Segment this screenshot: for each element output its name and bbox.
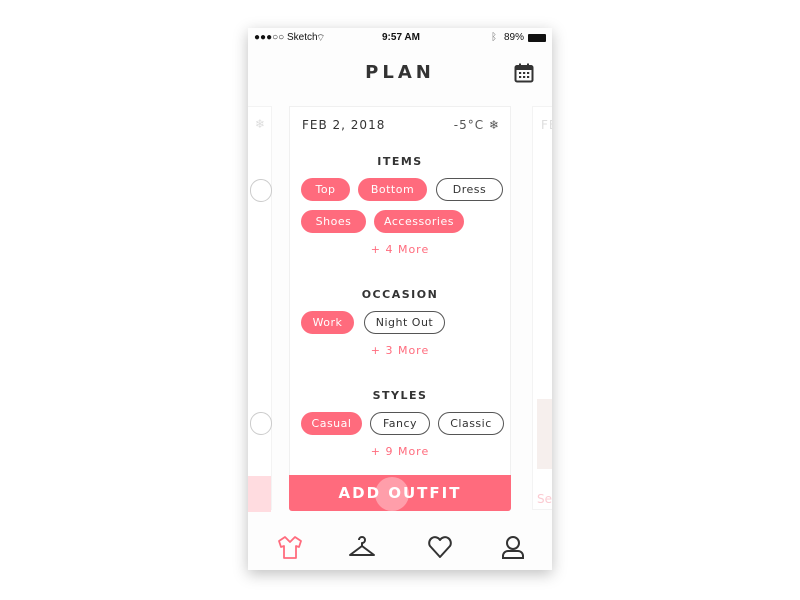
chip-accessories[interactable]: Accessories xyxy=(374,210,464,233)
card-date: FEB 2, 2018 xyxy=(302,118,386,132)
items-heading: ITEMS xyxy=(377,155,423,168)
plan-card: FEB 2, 2018 -5°C ❄ ITEMS Top Bottom Dres… xyxy=(289,106,511,510)
temperature: -5°C ❄ xyxy=(454,118,500,132)
occasion-more-link[interactable]: + 3 More xyxy=(290,344,510,357)
wifi-icon: ⌔ xyxy=(316,33,326,44)
chip-casual[interactable]: Casual xyxy=(301,412,362,435)
next-date: FE xyxy=(541,118,552,132)
outfit-image xyxy=(537,399,552,469)
bluetooth-icon: ᛒ xyxy=(491,32,497,43)
chip-top[interactable]: Top xyxy=(301,178,350,201)
status-bar: ●●●○○ Sketch ⌔ 9:57 AM ᛒ 89% xyxy=(248,28,552,48)
add-button-faded xyxy=(248,476,271,512)
chip-bottom[interactable]: Bottom xyxy=(358,178,427,201)
page-title: PLAN xyxy=(365,62,435,83)
chip-dress[interactable]: Dress xyxy=(436,178,503,201)
items-more-link[interactable]: + 4 More xyxy=(290,243,510,256)
phone-screen: ●●●○○ Sketch ⌔ 9:57 AM ᛒ 89% PLAN ❄ FE S… xyxy=(248,28,552,570)
touch-indicator xyxy=(375,477,409,511)
chip-shoes[interactable]: Shoes xyxy=(301,210,366,233)
battery-icon xyxy=(528,34,546,42)
chip-fancy[interactable]: Fancy xyxy=(370,412,430,435)
profile-icon[interactable] xyxy=(499,533,527,561)
chip xyxy=(250,412,272,435)
next-card[interactable]: FE Se xyxy=(532,106,552,510)
chip-night-out[interactable]: Night Out xyxy=(364,311,445,334)
temperature-value: -5°C xyxy=(453,118,485,132)
styles-heading: STYLES xyxy=(372,389,428,402)
heart-icon[interactable] xyxy=(426,533,454,561)
snowflake-icon: ❄ xyxy=(488,118,500,132)
bottom-nav xyxy=(248,528,552,568)
snowflake-icon: ❄ xyxy=(254,117,265,131)
next-label: Se xyxy=(537,492,552,506)
chip xyxy=(250,179,272,202)
calendar-icon[interactable] xyxy=(514,63,534,83)
styles-more-link[interactable]: + 9 More xyxy=(290,445,510,458)
chip-classic[interactable]: Classic xyxy=(438,412,504,435)
battery-percent: 89% xyxy=(504,32,525,43)
occasion-heading: OCCASION xyxy=(361,288,439,301)
shirt-icon[interactable] xyxy=(276,533,304,561)
previous-card[interactable]: ❄ xyxy=(248,106,272,512)
carrier: ●●●○○ Sketch xyxy=(254,32,318,43)
clock: 9:57 AM xyxy=(382,32,420,43)
hanger-icon[interactable] xyxy=(348,533,376,561)
chip-work[interactable]: Work xyxy=(301,311,354,334)
